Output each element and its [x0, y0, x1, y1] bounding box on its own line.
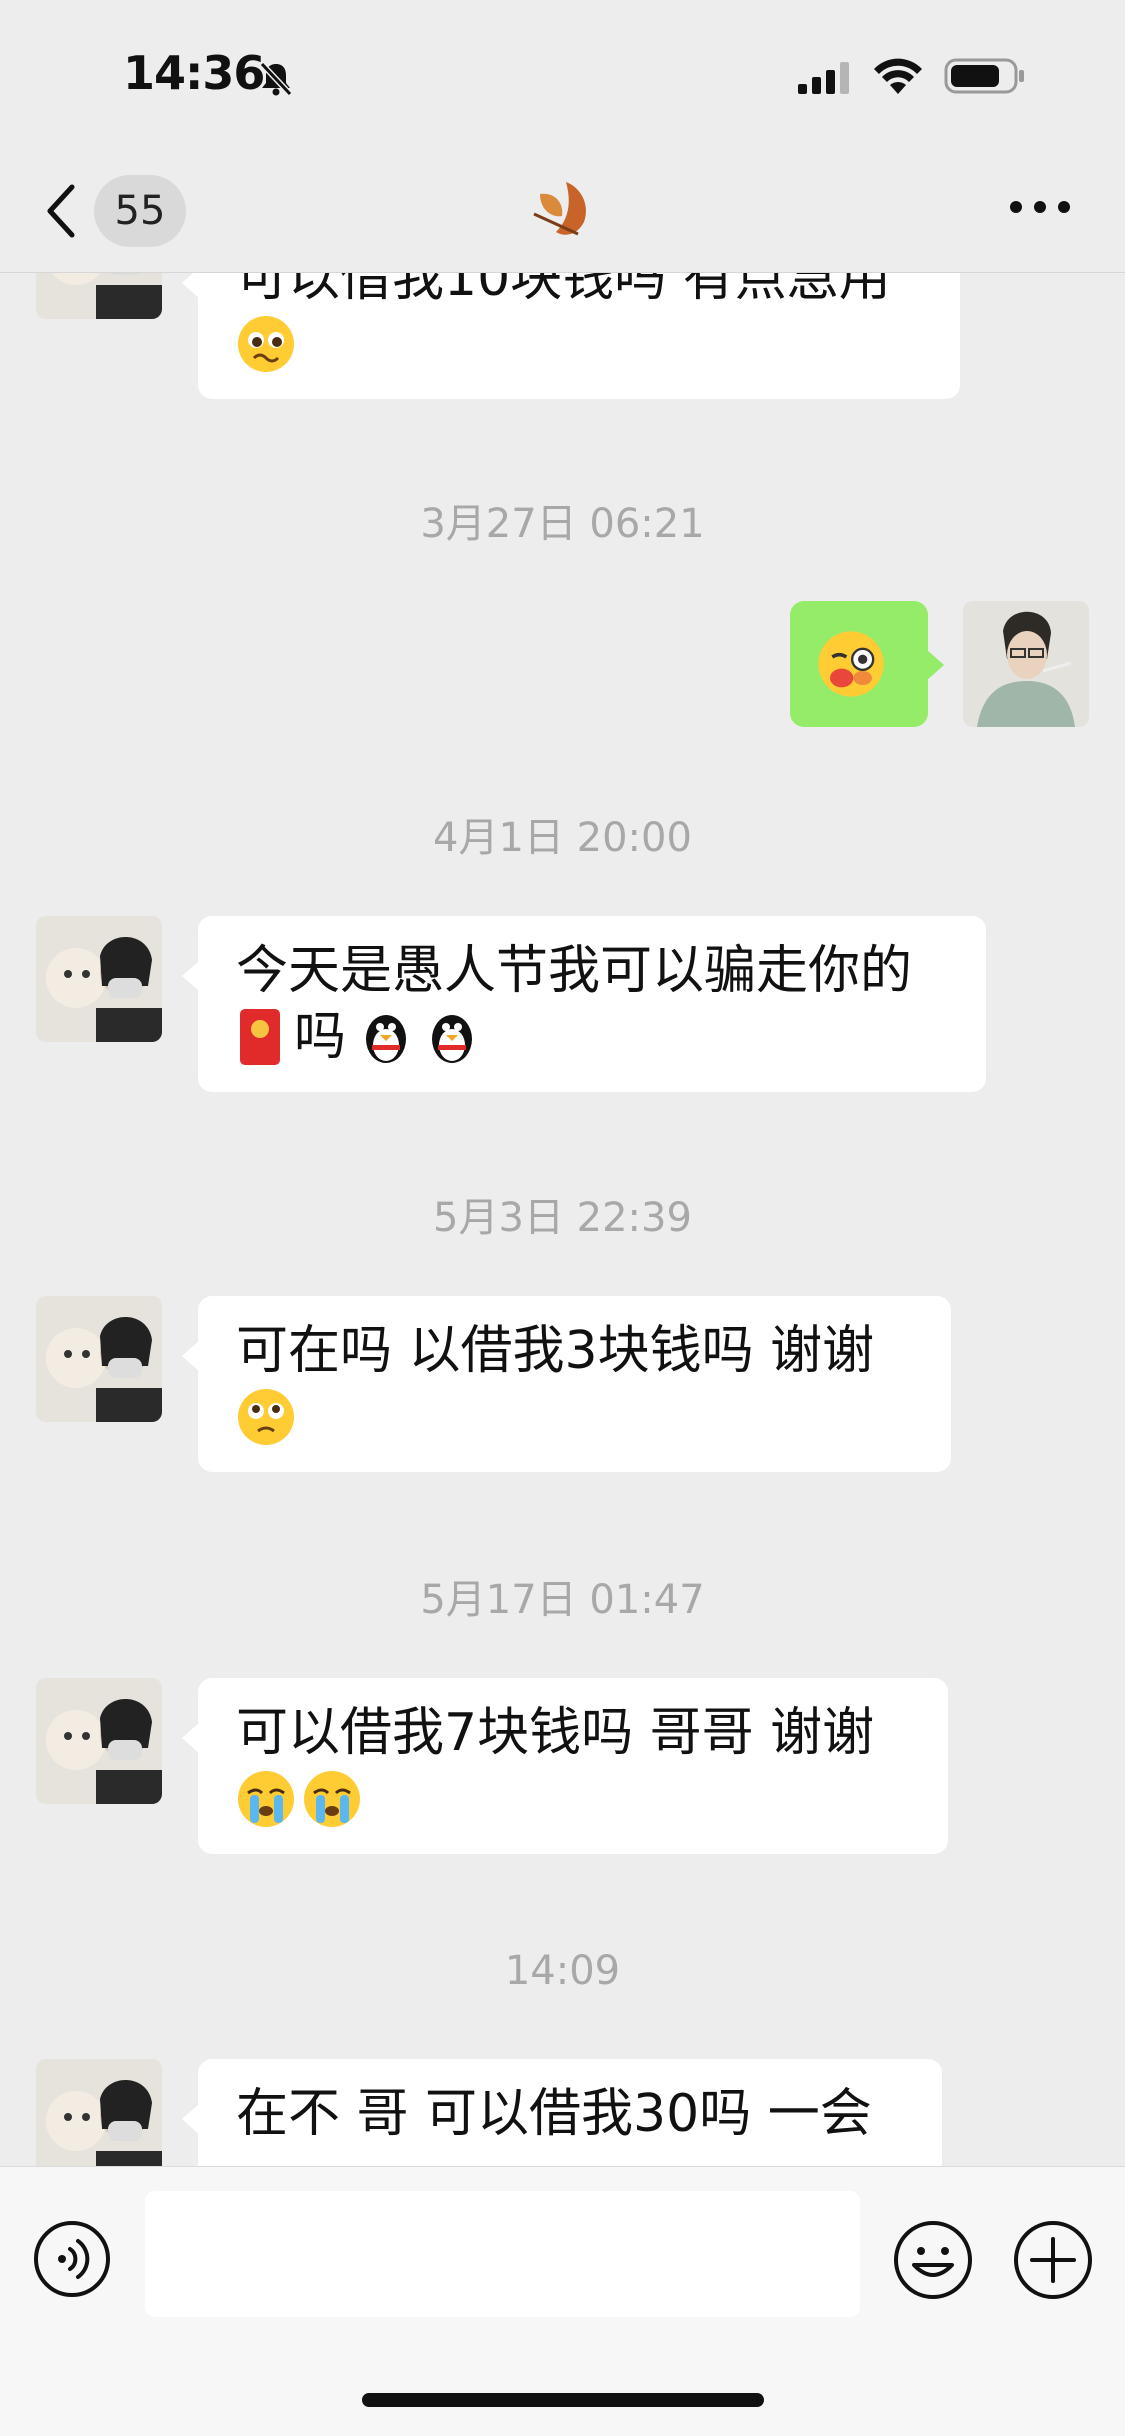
message-text: 可在吗 以借我3块钱吗 谢谢 [236, 1321, 875, 1381]
red-envelope-icon [240, 1009, 280, 1065]
message-input[interactable] [145, 2191, 860, 2317]
message-text: 吗 [294, 1007, 347, 1067]
message-timestamp: 5月17日 01:47 [420, 1577, 705, 1623]
message-bubble-outgoing[interactable] [790, 601, 944, 727]
contact-avatar[interactable] [36, 2059, 162, 2166]
my-avatar[interactable] [963, 601, 1089, 727]
contact-avatar[interactable] [36, 1678, 162, 1804]
message-text: 在不 哥 可以借我30吗 一会 [236, 2084, 872, 2144]
more-functions-plus-icon[interactable] [1012, 2219, 1094, 2301]
voice-input-icon[interactable] [32, 2219, 112, 2299]
flushed-face-icon [238, 1389, 294, 1445]
status-bar: 14:36 [0, 0, 1125, 150]
home-indicator[interactable] [362, 2393, 764, 2407]
input-toolbar [0, 2166, 1125, 2436]
wifi-icon [874, 58, 922, 94]
status-time: 14:36 [123, 46, 265, 100]
cellular-signal-icon [798, 62, 849, 94]
message-timestamp: 14:09 [504, 1948, 621, 1994]
penguin-icon [432, 1015, 473, 1063]
face-with-monocle-icon [818, 631, 884, 697]
pleading-face-icon [238, 316, 294, 372]
message-bubble-incoming[interactable]: 在不 哥 可以借我30吗 一会 [182, 2059, 942, 2166]
penguin-icon [366, 1015, 407, 1063]
message-timestamp: 4月1日 20:00 [433, 815, 692, 861]
chevron-left-icon [47, 184, 75, 238]
contact-avatar[interactable] [36, 916, 162, 1042]
chat-message-list[interactable]: 可以借我10块钱吗 有点急用 3月27日 06:21 4月1日 20:00 今天… [0, 273, 1125, 2166]
autumn-leaves-icon [533, 182, 586, 236]
contact-avatar[interactable] [36, 1296, 162, 1422]
emoji-picker-icon[interactable] [892, 2219, 974, 2301]
contact-avatar[interactable] [36, 273, 162, 319]
message-bubble-incoming[interactable]: 可以借我7块钱吗 哥哥 谢谢 [182, 1678, 948, 1854]
message-bubble-incoming[interactable]: 今天是愚人节我可以骗走你的 吗 [182, 916, 986, 1092]
back-button[interactable]: 55 [40, 174, 186, 248]
chat-header: 55 [0, 150, 1125, 273]
message-text: 可以借我10块钱吗 有点急用 [236, 273, 891, 308]
crying-face-icon [304, 1771, 360, 1827]
message-timestamp: 5月3日 22:39 [433, 1195, 692, 1241]
crying-face-icon [238, 1771, 294, 1827]
message-bubble-incoming[interactable]: 可在吗 以借我3块钱吗 谢谢 [182, 1296, 951, 1472]
message-timestamp: 3月27日 06:21 [420, 501, 705, 547]
message-text: 可以借我7块钱吗 哥哥 谢谢 [236, 1703, 875, 1763]
bell-muted-icon [259, 61, 293, 97]
more-options-icon[interactable] [1008, 195, 1072, 219]
battery-icon [944, 58, 1024, 94]
message-text: 今天是愚人节我可以骗走你的 [236, 941, 913, 1001]
unread-count-badge: 55 [94, 175, 186, 247]
message-bubble-incoming[interactable]: 可以借我10块钱吗 有点急用 [182, 273, 960, 399]
